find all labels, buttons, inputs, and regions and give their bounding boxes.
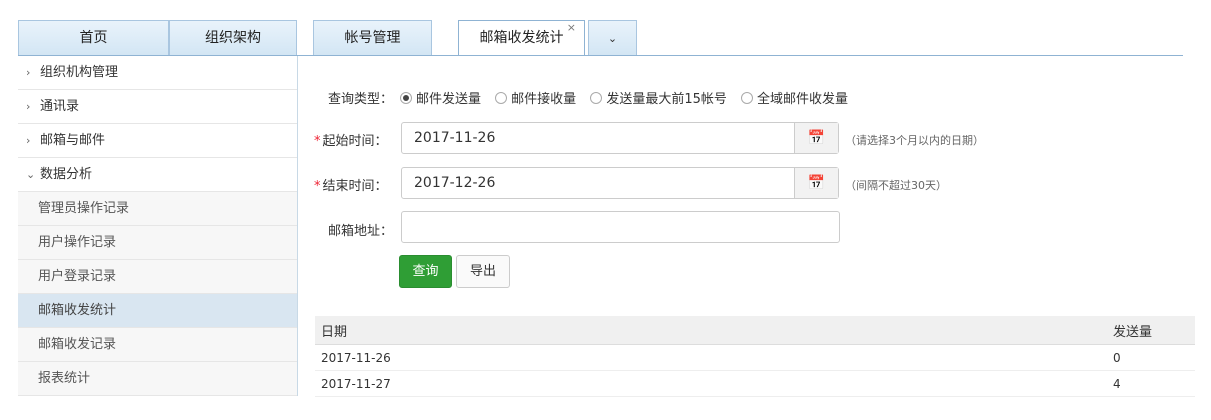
close-icon[interactable]: × (567, 10, 576, 45)
export-button[interactable]: 导出 (456, 255, 510, 288)
sidebar-item-label: 管理员操作记录 (38, 201, 130, 216)
table-row: 2017-11-26 0 (315, 344, 1195, 371)
tab-mail-statistics[interactable]: 邮箱收发统计 × (458, 20, 585, 56)
query-button[interactable]: 查询 (399, 255, 452, 288)
sidebar-item-label: 组织机构管理 (40, 65, 119, 80)
end-date-label: * 结束时间： (314, 175, 388, 194)
label-text: 起始时间： (322, 134, 388, 149)
query-type-radio-group: 邮件发送量 邮件接收量 发送量最大前15帐号 全域邮件收发量 (400, 88, 858, 107)
calendar-icon[interactable]: 📅 (794, 123, 838, 153)
sidebar-item-label: 用户登录记录 (38, 269, 117, 284)
tab-more-chevron-down-icon[interactable]: ⌄ (588, 20, 637, 55)
tab-organization[interactable]: 组织架构 (169, 20, 297, 55)
stats-table: 日期 发送量 2017-11-26 0 2017-11-27 4 (315, 316, 1195, 397)
sidebar-item-label: 数据分析 (40, 167, 93, 182)
radio-label: 发送量最大前15帐号 (606, 92, 727, 107)
sidebar-item-mail-records[interactable]: 邮箱收发记录 (18, 328, 297, 362)
calendar-icon[interactable]: 📅 (794, 168, 838, 198)
radio-domain-volume[interactable] (741, 92, 753, 104)
end-date-hint: （间隔不超过30天） (845, 179, 947, 192)
sidebar-item-report-statistics[interactable]: 报表统计 (18, 362, 297, 396)
radio-label: 邮件发送量 (416, 92, 482, 107)
start-date-label: * 起始时间： (314, 130, 388, 149)
table-header-row: 日期 发送量 (315, 316, 1195, 345)
tab-label: 帐号管理 (344, 30, 401, 46)
sidebar-item-user-operation-log[interactable]: 用户操作记录 (18, 226, 297, 260)
sidebar-item-label: 用户操作记录 (38, 235, 117, 250)
label-text: 结束时间： (322, 179, 388, 194)
cell-send-count: 4 (1107, 370, 1195, 397)
cell-date: 2017-11-26 (315, 344, 1107, 371)
table-row: 2017-11-27 4 (315, 370, 1195, 397)
cell-date: 2017-11-27 (315, 370, 1107, 397)
sidebar-item-label: 通讯录 (40, 99, 80, 114)
required-mark: * (314, 179, 321, 194)
sidebar-item-label: 邮箱收发统计 (38, 303, 117, 318)
start-date-field[interactable]: 2017-11-26 📅 (401, 122, 839, 154)
column-header-date[interactable]: 日期 (315, 316, 1107, 345)
chevron-right-icon: › (26, 66, 31, 79)
sidebar: › 组织机构管理 › 通讯录 › 邮箱与邮件 ⌄ 数据分析 管理员操作记录 用户操作记录… (18, 56, 298, 396)
end-date-value: 2017-12-26 (414, 175, 496, 191)
radio-label: 邮件接收量 (511, 92, 577, 107)
sidebar-item-user-login-log[interactable]: 用户登录记录 (18, 260, 297, 294)
tab-label: 邮箱收发统计 (479, 30, 564, 46)
query-type-label: 查询类型： (328, 92, 394, 107)
chevron-right-icon: › (26, 100, 31, 113)
chevron-right-icon: › (26, 134, 31, 147)
tab-bar: 首页 组织架构 帐号管理 邮箱收发统计 × ⌄ (0, 0, 1211, 56)
radio-send-volume[interactable] (400, 92, 412, 104)
tab-label: 组织架构 (205, 30, 261, 46)
sidebar-item-mail-statistics[interactable]: 邮箱收发统计 (18, 294, 297, 328)
sidebar-group-org-management[interactable]: › 组织机构管理 (18, 56, 297, 90)
main-content: 查询类型： 邮件发送量 邮件接收量 发送量最大前15帐号 全域邮件收发量 * 起始… (297, 56, 1211, 420)
sidebar-group-data-analysis[interactable]: ⌄ 数据分析 (18, 158, 297, 192)
required-mark: * (314, 134, 321, 149)
sidebar-item-label: 报表统计 (38, 371, 91, 386)
sidebar-group-contacts[interactable]: › 通讯录 (18, 90, 297, 124)
tab-account-management[interactable]: 帐号管理 (313, 20, 432, 55)
start-date-hint: （请选择3个月以内的日期） (845, 134, 984, 147)
start-date-value: 2017-11-26 (414, 130, 496, 146)
cell-send-count: 0 (1107, 344, 1195, 371)
radio-label: 全域邮件收发量 (757, 92, 849, 107)
end-date-field[interactable]: 2017-12-26 📅 (401, 167, 839, 199)
sidebar-item-label: 邮箱收发记录 (38, 337, 117, 352)
column-header-send-count[interactable]: 发送量 (1107, 316, 1195, 345)
chevron-down-icon: ⌄ (26, 168, 36, 181)
radio-receive-volume[interactable] (495, 92, 508, 104)
email-label: 邮箱地址： (328, 224, 394, 239)
radio-top15-senders[interactable] (590, 92, 603, 104)
tab-label: 首页 (79, 30, 108, 46)
sidebar-item-admin-log[interactable]: 管理员操作记录 (18, 192, 297, 226)
sidebar-item-label: 邮箱与邮件 (40, 133, 106, 148)
tab-home[interactable]: 首页 (18, 20, 169, 55)
email-field[interactable] (401, 211, 840, 243)
sidebar-group-mailbox-mail[interactable]: › 邮箱与邮件 (18, 124, 297, 158)
